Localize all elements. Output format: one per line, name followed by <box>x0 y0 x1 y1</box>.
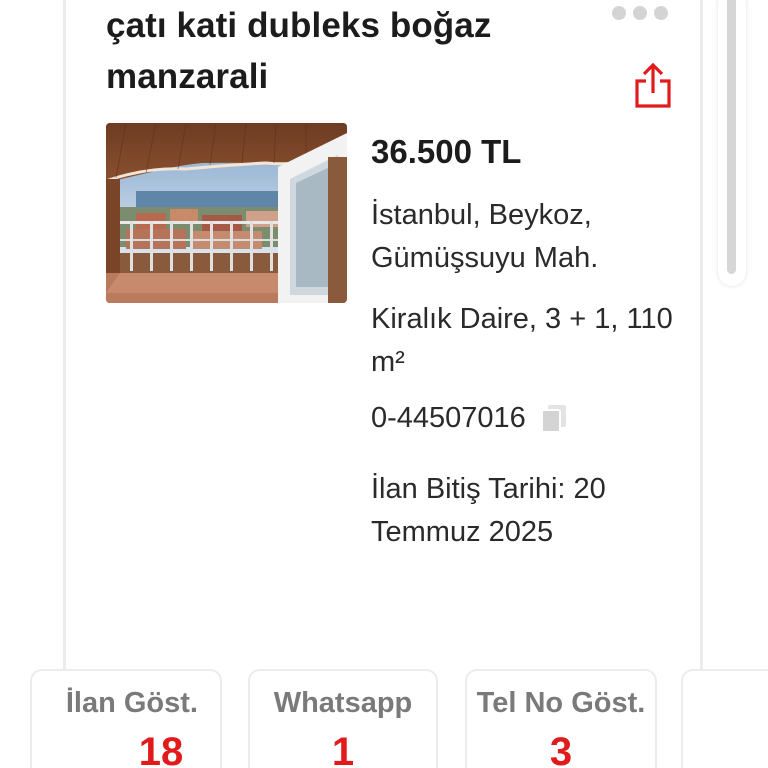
stat-card-partial[interactable] <box>681 669 768 768</box>
stat-value: 3 <box>549 730 573 768</box>
listing-location: İstanbul, Beykoz, Gümüşsuyu Mah. <box>371 199 599 274</box>
stat-value: 18 <box>138 730 184 768</box>
more-options-button[interactable] <box>612 6 674 20</box>
share-button[interactable] <box>631 61 675 109</box>
scrollbar-thumb[interactable] <box>727 0 736 274</box>
listing-id: 0-44507016 <box>371 402 526 434</box>
more-dots-icon <box>612 6 626 20</box>
more-dot <box>654 6 668 20</box>
listing-card[interactable] <box>63 0 703 768</box>
stat-value: 1 <box>331 730 355 768</box>
listing-property-details: Kiralık Daire, 3 + 1, 110 m² <box>371 303 673 378</box>
listing-photo[interactable] <box>106 123 347 303</box>
scrollbar[interactable] <box>718 0 746 286</box>
stat-label: Whatsapp <box>273 687 413 719</box>
listing-title[interactable]: çatı kati dubleks boğaz manzarali <box>106 0 586 102</box>
stat-card-phone-views[interactable]: Tel No Göst. 3 <box>465 669 657 768</box>
copy-icon[interactable] <box>540 403 568 433</box>
stat-card-whatsapp[interactable]: Whatsapp 1 <box>248 669 438 768</box>
balcony-photo <box>106 123 347 303</box>
stat-card-listing-views[interactable]: İlan Göst. 18 <box>30 669 222 768</box>
share-icon <box>635 62 671 108</box>
stat-label: Tel No Göst. <box>476 687 646 719</box>
listing-page: çatı kati dubleks boğaz manzarali 36.500… <box>0 0 768 768</box>
more-dot <box>633 6 647 20</box>
stat-label: İlan Göst. <box>65 687 198 719</box>
listing-end-date: İlan Bitiş Tarihi: 20 Temmuz 2025 <box>371 473 606 548</box>
listing-price: 36.500 TL <box>371 133 522 170</box>
listing-id-row: 0-44507016 <box>371 398 568 438</box>
